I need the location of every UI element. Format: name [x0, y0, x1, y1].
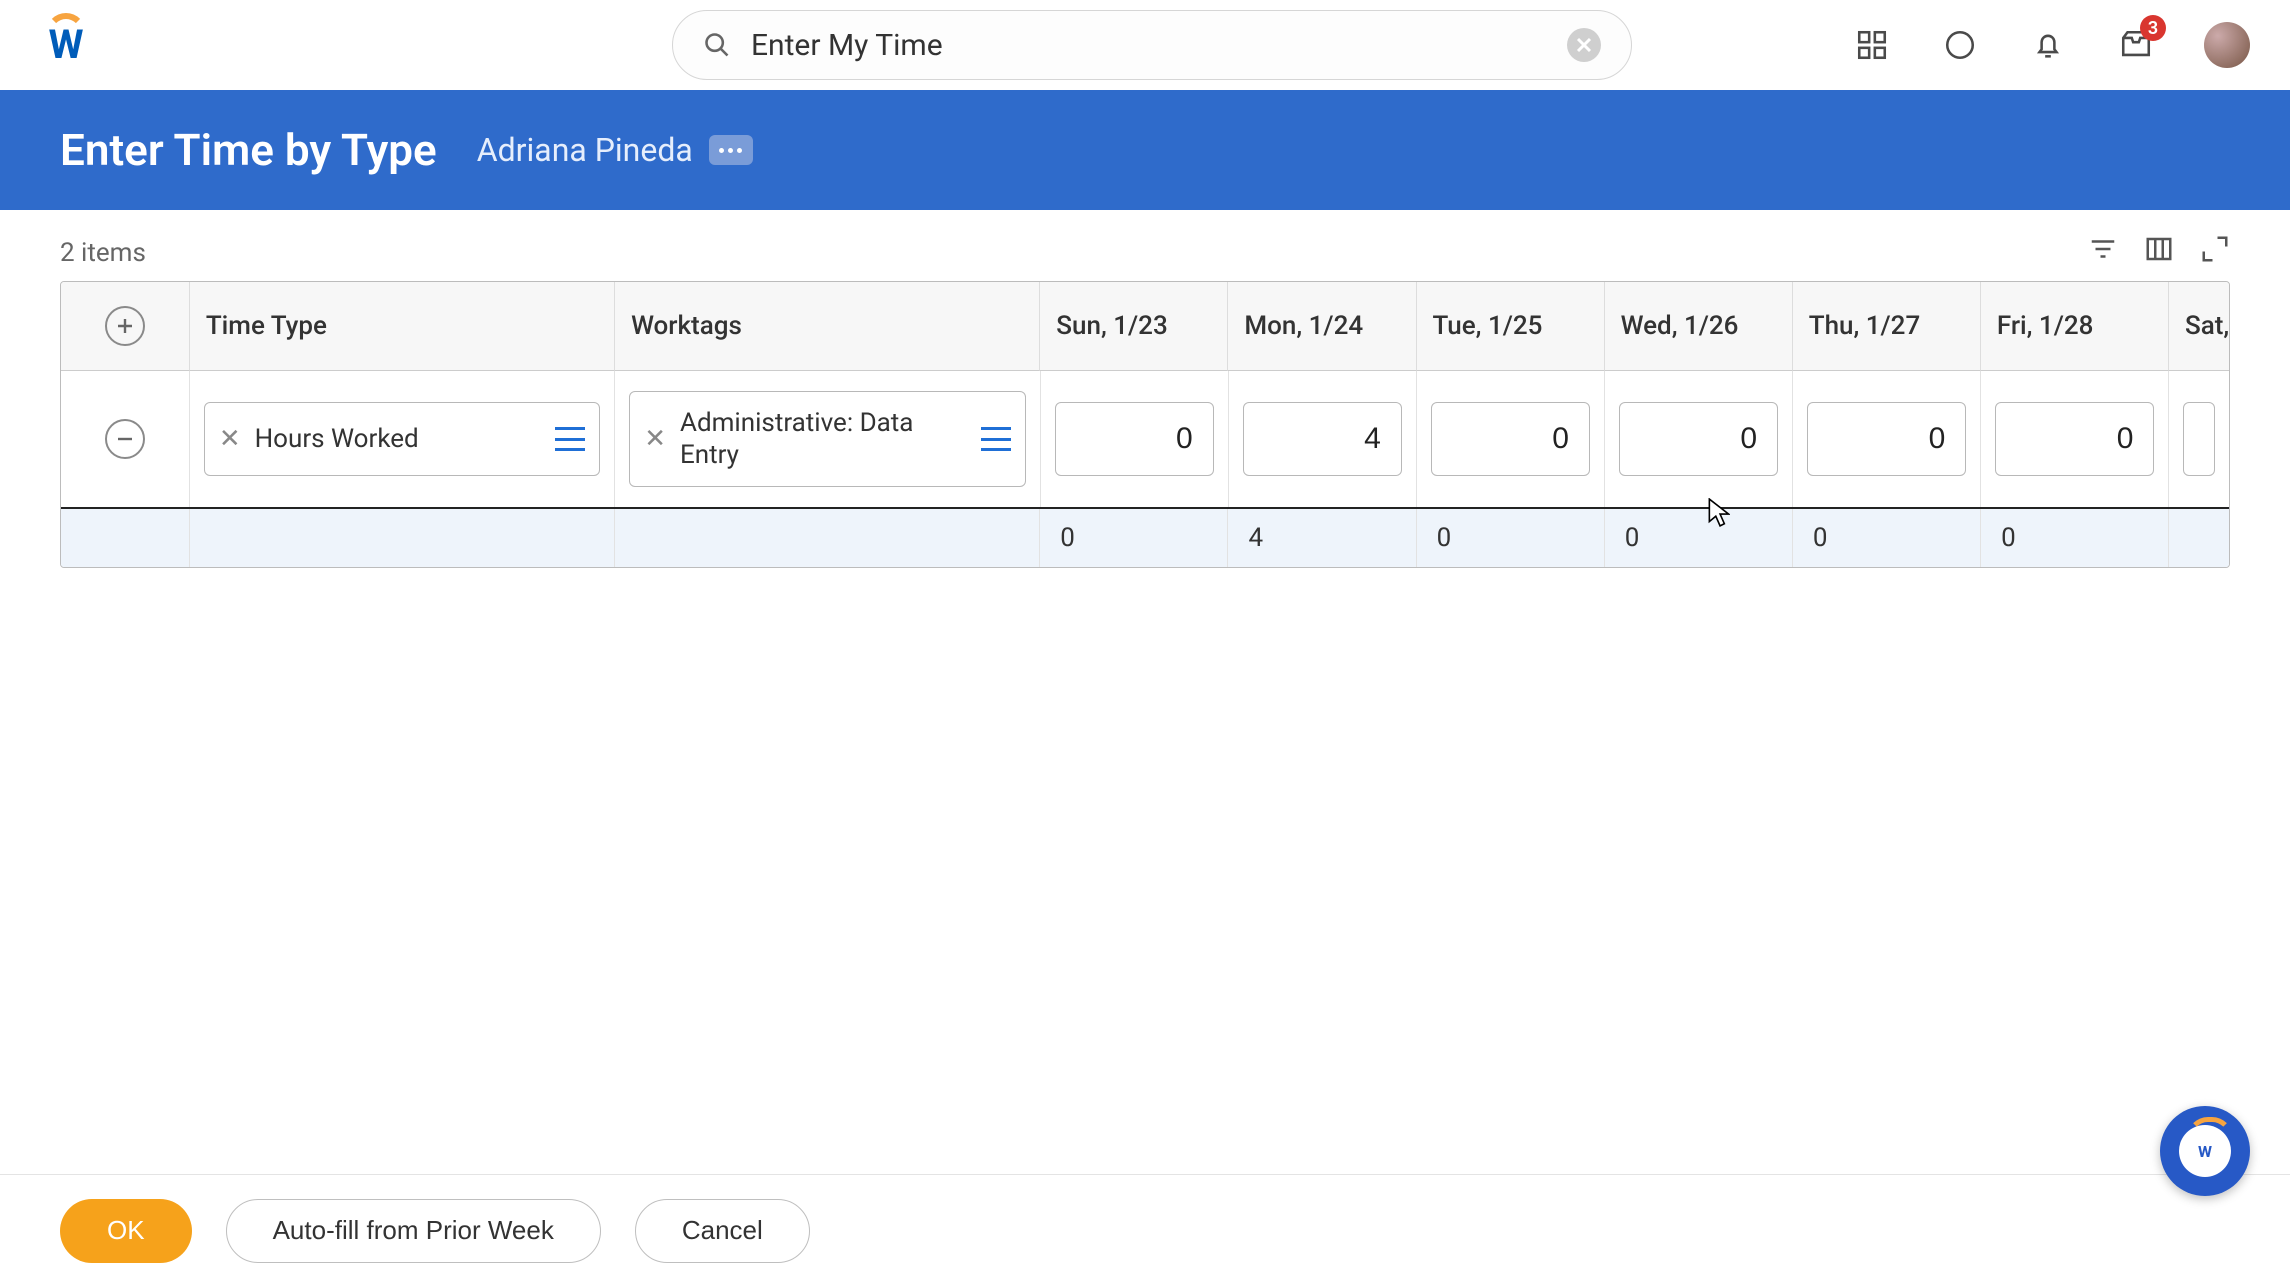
mouse-cursor — [1708, 498, 1730, 528]
col-sun: Sun, 1/23 — [1040, 282, 1228, 371]
item-count: 2 items — [60, 238, 146, 268]
ok-button[interactable]: OK — [60, 1199, 192, 1263]
add-row-button[interactable] — [105, 306, 145, 346]
hours-input-wed[interactable] — [1619, 402, 1778, 476]
cancel-button[interactable]: Cancel — [635, 1199, 810, 1263]
worktags-prompt[interactable]: ✕ Administrative: Data Entry — [629, 391, 1025, 487]
bell-icon — [2031, 28, 2065, 62]
workday-logo[interactable]: W — [40, 19, 92, 71]
page-title: Enter Time by Type — [60, 124, 437, 176]
column-prefs-button[interactable] — [2144, 234, 2174, 271]
remove-row-button[interactable] — [105, 419, 145, 459]
inbox-button[interactable]: 3 — [2116, 25, 2156, 65]
grid-header-row: Time Type Worktags Sun, 1/23 Mon, 1/24 T… — [61, 282, 2229, 371]
total-mon: 4 — [1228, 509, 1416, 567]
hours-input-fri[interactable] — [1995, 402, 2154, 476]
worktag-value: Administrative: Data Entry — [680, 407, 967, 472]
total-sun: 0 — [1040, 509, 1228, 567]
hours-input-mon[interactable] — [1243, 402, 1402, 476]
page-header: Enter Time by Type Adriana Pineda — [0, 90, 2290, 210]
table-row: ✕ Hours Worked ✕ Administrative: Data En… — [61, 371, 2229, 507]
related-actions-button[interactable] — [709, 135, 753, 165]
profile-avatar[interactable] — [2204, 22, 2250, 68]
col-tue: Tue, 1/25 — [1417, 282, 1605, 371]
fullscreen-button[interactable] — [2200, 234, 2230, 271]
assistant-logo-icon: W — [2179, 1125, 2231, 1177]
minus-icon — [115, 429, 135, 449]
footer-bar: OK Auto-fill from Prior Week Cancel — [0, 1174, 2290, 1286]
total-thu: 0 — [1793, 509, 1981, 567]
filter-button[interactable] — [2088, 234, 2118, 271]
time-type-value: Hours Worked — [255, 423, 542, 456]
search-text: Enter My Time — [751, 28, 1567, 63]
remove-chip-icon[interactable]: ✕ — [644, 424, 666, 454]
top-nav: W Enter My Time 3 — [0, 0, 2290, 90]
hours-input-sun[interactable] — [1055, 402, 1214, 476]
plus-icon — [115, 316, 135, 336]
col-worktags: Worktags — [615, 282, 1040, 371]
remove-chip-icon[interactable]: ✕ — [219, 424, 241, 454]
add-row-header — [61, 282, 190, 371]
hours-input-thu[interactable] — [1807, 402, 1966, 476]
conversations-button[interactable] — [1940, 25, 1980, 65]
global-search[interactable]: Enter My Time — [672, 10, 1632, 80]
hours-input-tue[interactable] — [1431, 402, 1590, 476]
assistant-fab[interactable]: W — [2160, 1106, 2250, 1196]
time-type-prompt[interactable]: ✕ Hours Worked — [204, 402, 600, 476]
col-time-type: Time Type — [190, 282, 615, 371]
col-sat: Sat, — [2169, 282, 2229, 371]
time-entry-grid: Time Type Worktags Sun, 1/23 Mon, 1/24 T… — [60, 281, 2230, 568]
search-icon — [703, 31, 731, 59]
total-fri: 0 — [1981, 509, 2169, 567]
prompt-list-icon[interactable] — [981, 427, 1011, 451]
inbox-badge: 3 — [2140, 15, 2166, 41]
prompt-list-icon[interactable] — [555, 427, 585, 451]
close-icon — [1576, 37, 1592, 53]
col-fri: Fri, 1/28 — [1981, 282, 2169, 371]
grid-meta: 2 items — [0, 210, 2290, 281]
columns-icon — [2144, 234, 2174, 264]
worker-name: Adriana Pineda — [477, 131, 693, 169]
total-wed: 0 — [1605, 509, 1793, 567]
col-thu: Thu, 1/27 — [1793, 282, 1981, 371]
notifications-button[interactable] — [2028, 25, 2068, 65]
apps-button[interactable] — [1852, 25, 1892, 65]
col-wed: Wed, 1/26 — [1605, 282, 1793, 371]
chat-icon — [1943, 28, 1977, 62]
autofill-button[interactable]: Auto-fill from Prior Week — [226, 1199, 601, 1263]
hours-input-sat[interactable] — [2183, 402, 2215, 476]
totals-row: 0 4 0 0 0 0 — [61, 507, 2229, 567]
total-tue: 0 — [1417, 509, 1605, 567]
filter-icon — [2088, 234, 2118, 264]
expand-icon — [2200, 234, 2230, 264]
col-mon: Mon, 1/24 — [1228, 282, 1416, 371]
search-clear-button[interactable] — [1567, 28, 1601, 62]
apps-grid-icon — [1855, 28, 1889, 62]
